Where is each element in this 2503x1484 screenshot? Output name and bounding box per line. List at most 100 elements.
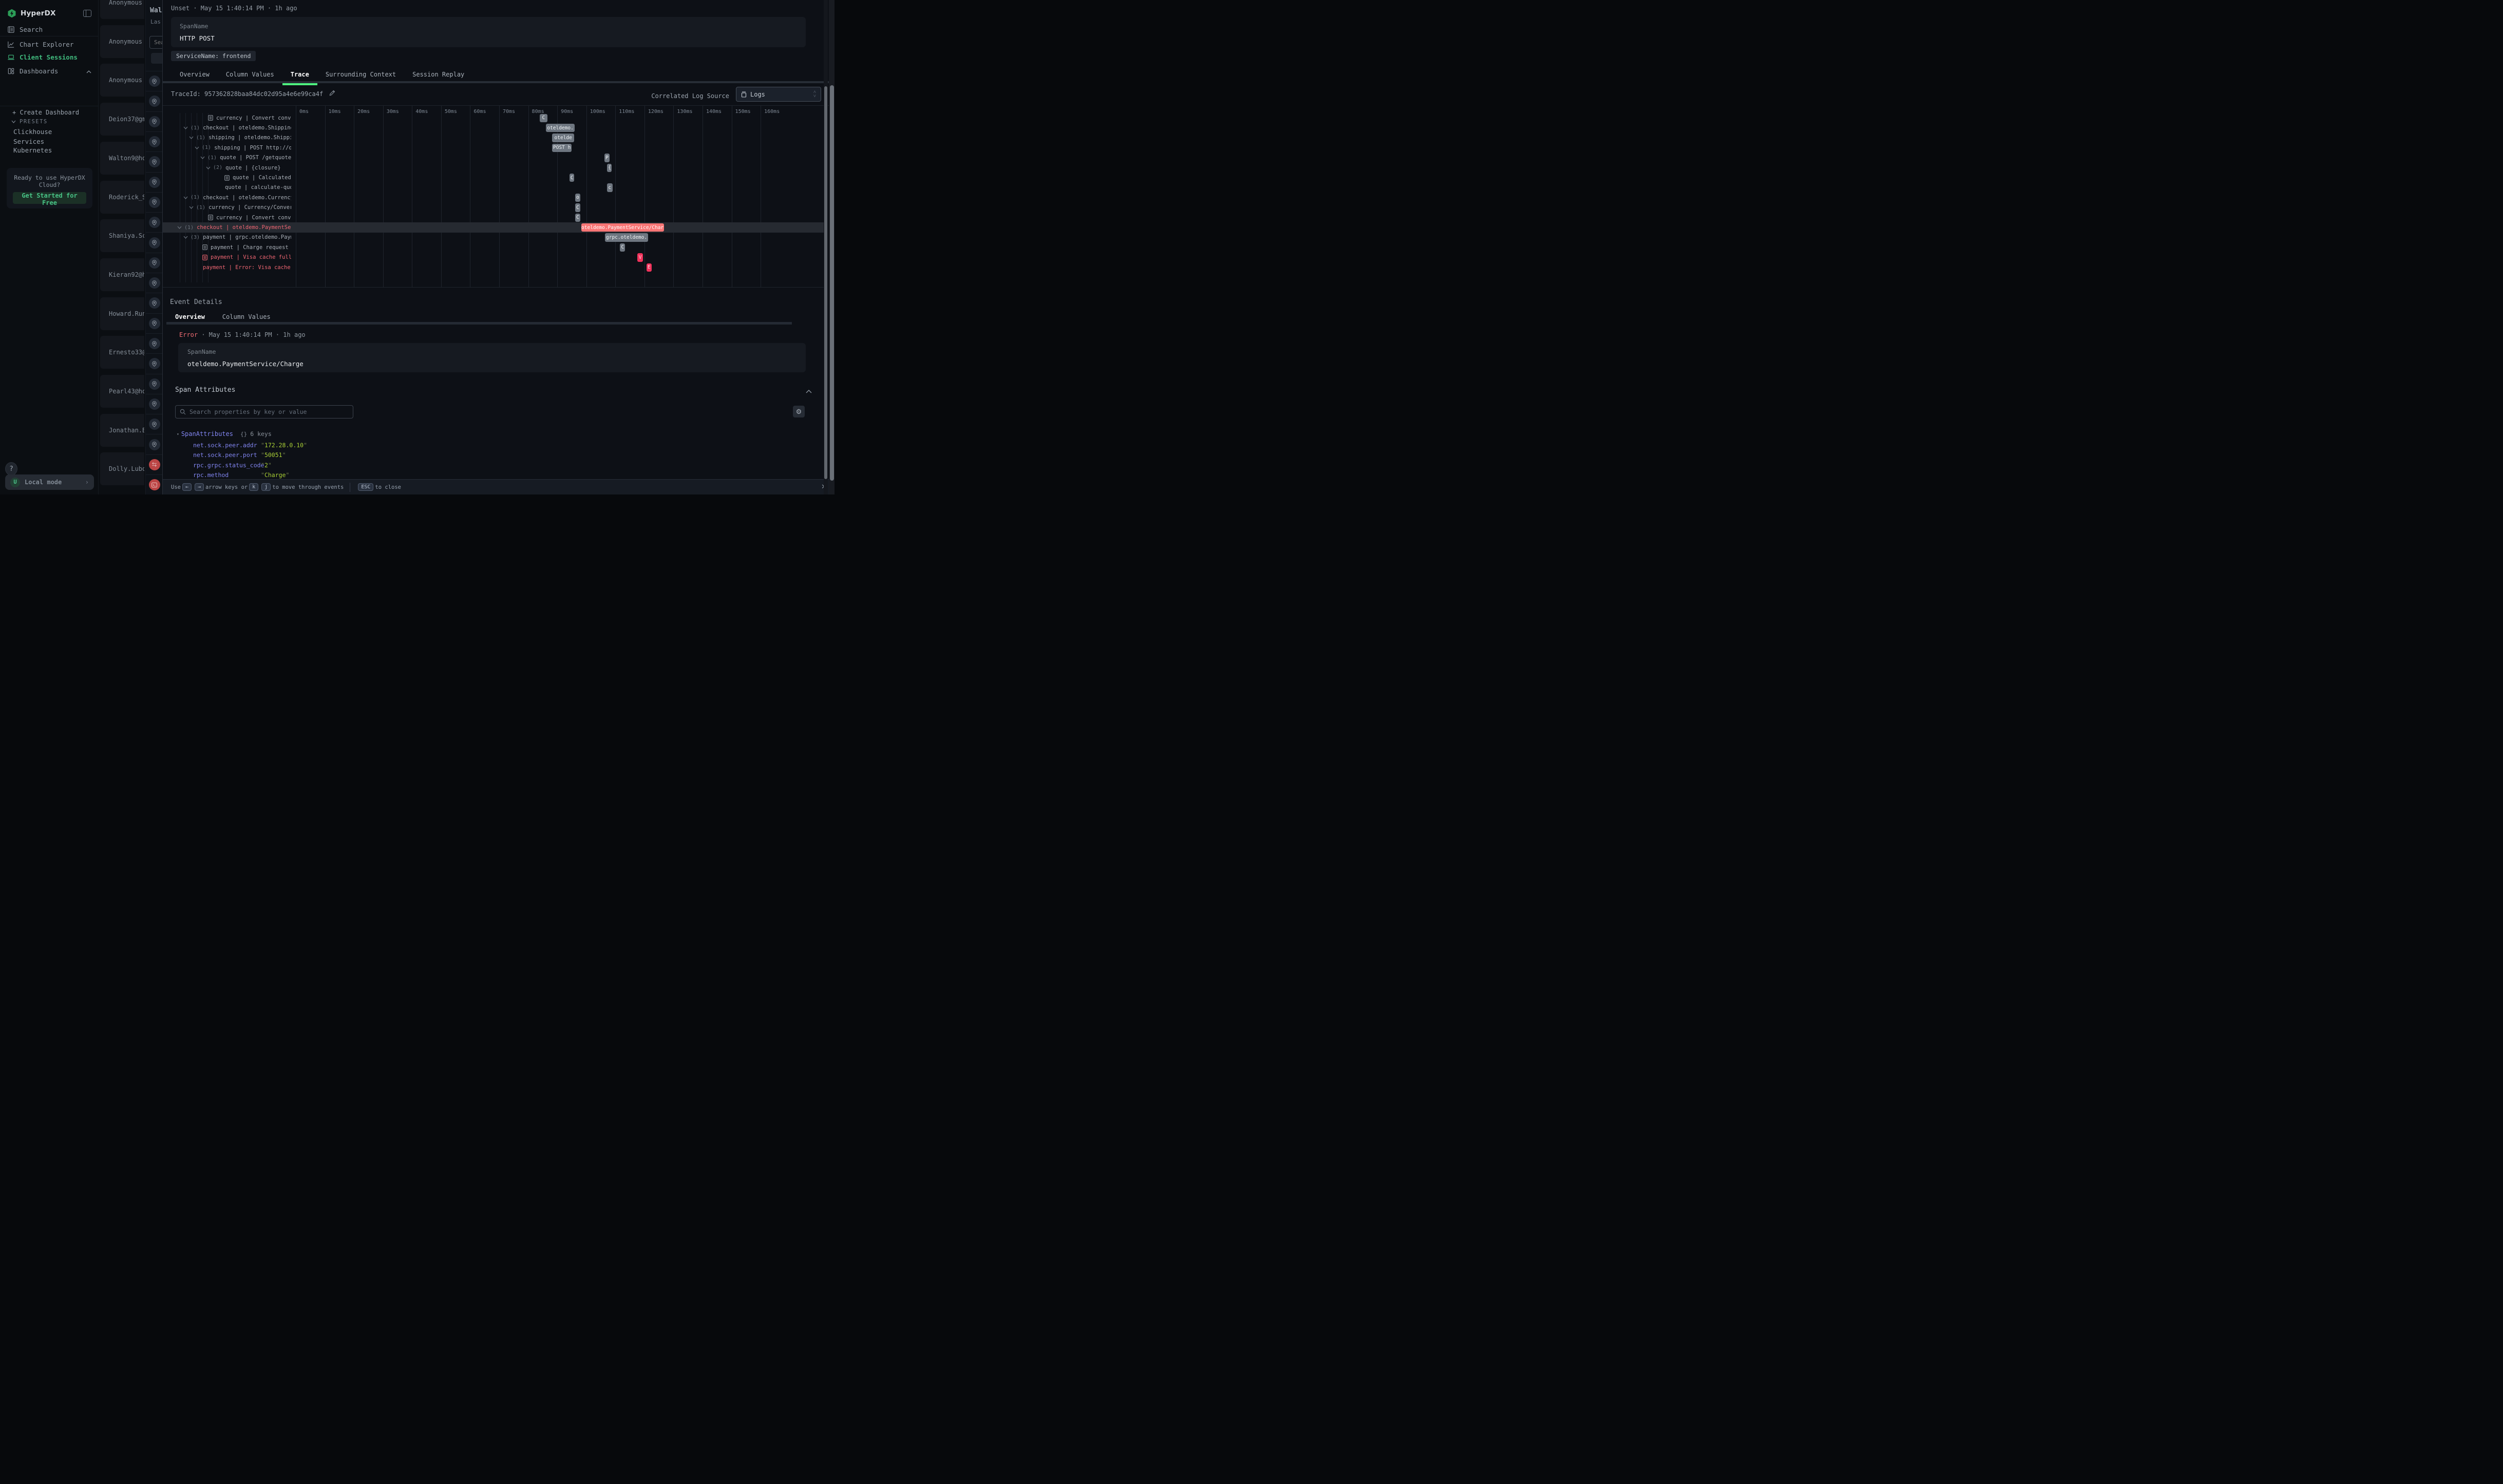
span-duration-bar[interactable]: C (575, 214, 580, 222)
session-event-row[interactable] (146, 273, 162, 293)
session-event-row[interactable] (146, 333, 162, 353)
trace-span-row[interactable]: currency | Convert convers…C (163, 213, 824, 222)
chevron-down-icon[interactable] (200, 156, 205, 159)
session-event-row[interactable] (146, 474, 162, 494)
span-duration-bar[interactable]: C (620, 243, 625, 252)
trace-span-row[interactable]: (1)shipping | oteldemo.Shipping…otelde (163, 133, 824, 143)
preset-clickhouse[interactable]: Clickhouse (13, 128, 52, 136)
user-menu[interactable]: U Local mode › (5, 474, 94, 490)
session-event-row[interactable] (146, 91, 162, 111)
session-event-row[interactable] (146, 434, 162, 454)
sidebar-item-client-sessions[interactable]: Client Sessions (0, 50, 99, 64)
session-list-item[interactable]: Ernesto33@ (100, 336, 144, 369)
trace-span-row[interactable]: (1)quote | POST /getquoteP (163, 153, 824, 163)
trace-span-row[interactable]: payment | Visa cache full: c…V (163, 253, 824, 262)
attributes-search-input[interactable] (189, 408, 338, 415)
attribute-row[interactable]: rpc.grpc.status_code"2" (193, 462, 272, 469)
trace-span-row[interactable]: payment | Error: Visa cache ful…E (163, 262, 824, 272)
attribute-row[interactable]: net.sock.peer.port"50051" (193, 451, 286, 459)
trace-span-row[interactable]: (1)shipping | POST http://quo…POST h (163, 143, 824, 153)
session-event-row[interactable] (146, 212, 162, 232)
session-list-item[interactable]: Howard.Run (100, 297, 144, 330)
service-name-chip[interactable]: ServiceName: frontend (171, 51, 256, 61)
session-event-row[interactable] (146, 394, 162, 414)
session-list-item[interactable]: Kieran92@h (100, 258, 144, 291)
session-list-item[interactable]: Pearl43@ho (100, 375, 144, 408)
chevron-down-icon[interactable] (206, 166, 211, 169)
chevron-down-icon[interactable] (177, 226, 182, 229)
session-list-item[interactable]: Anonymous (100, 0, 144, 19)
chevron-down-icon[interactable] (183, 196, 188, 199)
span-duration-bar[interactable]: { (607, 164, 612, 173)
trace-span-row[interactable]: quote | Calculated q…C (163, 173, 824, 182)
trace-span-row[interactable]: (1)checkout | oteldemo.CurrencySe…o (163, 193, 824, 202)
chevron-down-icon[interactable] (183, 236, 188, 239)
session-event-row[interactable] (146, 71, 162, 91)
span-duration-bar[interactable]: P (604, 154, 610, 162)
span-duration-bar[interactable]: V (637, 253, 643, 262)
session-event-row[interactable] (146, 151, 162, 172)
tab-trace[interactable]: Trace (282, 65, 317, 83)
session-event-row[interactable] (146, 414, 162, 434)
attribute-row[interactable]: rpc.method"Charge" (193, 471, 289, 479)
chevron-down-icon[interactable] (189, 136, 194, 139)
help-button[interactable]: ? (5, 462, 17, 475)
session-event-row[interactable] (146, 232, 162, 252)
session-list-item[interactable]: Jonathan.B (100, 414, 144, 447)
tab-overview[interactable]: Overview (172, 65, 218, 83)
span-duration-bar[interactable]: c (607, 183, 613, 192)
span-duration-bar[interactable]: otelde (552, 134, 575, 142)
tab-session-replay[interactable]: Session Replay (404, 65, 472, 83)
event-details-tab-column-values[interactable]: Column Values (214, 311, 279, 322)
span-duration-bar[interactable]: C (575, 203, 580, 212)
sidebar-item-chart-explorer[interactable]: Chart Explorer (0, 37, 99, 51)
span-duration-bar[interactable]: oteldemo. (546, 124, 575, 132)
trace-span-row[interactable]: (2)quote | {closure}{ (163, 163, 824, 173)
session-filter-tab[interactable]: H (151, 53, 162, 64)
edit-pencil-icon[interactable] (329, 90, 335, 98)
chevron-down-icon[interactable] (183, 126, 188, 129)
session-list-item[interactable]: Walton9@ho (100, 142, 144, 175)
session-event-row[interactable] (146, 253, 162, 273)
get-started-button[interactable]: Get Started for Free (13, 192, 86, 204)
preset-kubernetes[interactable]: Kubernetes (13, 146, 52, 154)
session-list-item[interactable]: Anonymous (100, 25, 144, 58)
session-list-item[interactable]: Roderick_S (100, 181, 144, 214)
span-duration-bar[interactable]: o (575, 194, 580, 202)
log-source-select[interactable]: Logs ˄˅ (736, 87, 821, 102)
session-event-row[interactable] (146, 374, 162, 394)
collapse-section-icon[interactable] (806, 387, 812, 395)
preset-services[interactable]: Services (13, 138, 44, 145)
span-duration-bar[interactable]: POST h (552, 144, 572, 153)
session-search-input[interactable] (149, 36, 162, 49)
session-event-row[interactable] (146, 454, 162, 474)
span-duration-bar[interactable]: E (647, 263, 652, 272)
chevron-down-icon[interactable] (189, 206, 194, 209)
session-event-row[interactable] (146, 313, 162, 333)
chevron-down-icon[interactable] (195, 146, 199, 149)
session-list-item[interactable]: Dolly.Lubo (100, 452, 144, 485)
sidebar-collapse-icon[interactable] (83, 10, 91, 17)
trace-span-row[interactable]: (1)currency | Currency/ConvertC (163, 203, 824, 213)
span-duration-bar[interactable]: grpc.oteldemo. (605, 233, 648, 242)
session-list-item[interactable]: Deion37@gm (100, 103, 144, 136)
trace-span-row[interactable]: (3)payment | grpc.oteldemo.Paymen…grpc.o… (163, 233, 824, 242)
trace-span-row[interactable]: (1)checkout | oteldemo.PaymentServi…otel… (163, 222, 824, 232)
span-duration-bar[interactable]: C (570, 174, 575, 182)
trace-span-row[interactable]: currency | Convert convers…C (163, 113, 824, 123)
trace-span-row[interactable]: quote | calculate-quotec (163, 183, 824, 193)
presets-header[interactable]: PRESETS (11, 119, 48, 125)
session-event-row[interactable] (146, 131, 162, 151)
session-event-row[interactable] (146, 111, 162, 131)
session-event-row[interactable] (146, 192, 162, 212)
session-event-row[interactable] (146, 353, 162, 373)
attributes-root-row[interactable]: ▾ SpanAttributes {} 6 keys (177, 430, 272, 437)
create-dashboard-button[interactable]: + Create Dashboard (12, 109, 79, 116)
trace-span-row[interactable]: payment | Charge request rec…C (163, 242, 824, 252)
tab-surrounding-context[interactable]: Surrounding Context (317, 65, 404, 83)
trace-span-row[interactable]: (1)checkout | oteldemo.ShippingSe…otelde… (163, 123, 824, 132)
span-duration-bar[interactable]: oteldemo.PaymentService/Char (581, 223, 664, 232)
session-event-row[interactable] (146, 172, 162, 192)
session-list-item[interactable]: Shaniya.Sc (100, 219, 144, 252)
event-details-tab-overview[interactable]: Overview (166, 311, 214, 322)
